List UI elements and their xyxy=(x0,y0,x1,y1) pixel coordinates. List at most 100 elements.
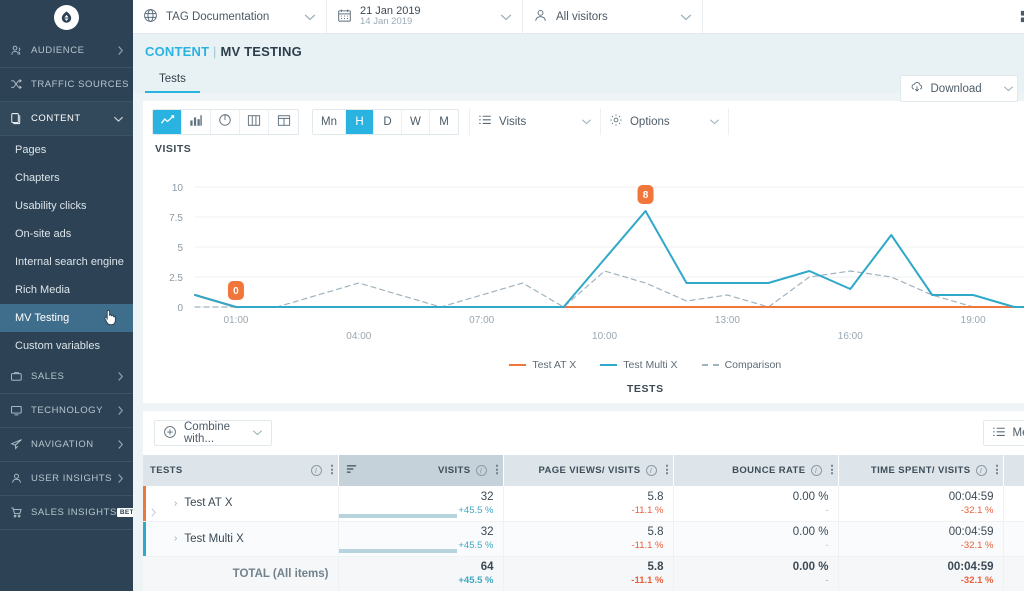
period-selector[interactable]: 21 Jan 2019 14 Jan 2019 xyxy=(327,0,523,33)
breadcrumb-divider: | xyxy=(213,44,217,59)
column-menu-icon[interactable]: ⋮ xyxy=(992,467,996,474)
sidebar-item-chapters[interactable]: Chapters xyxy=(0,164,133,192)
list-icon xyxy=(992,426,1006,441)
cell-delta: +45.5 % xyxy=(458,505,493,517)
column-menu-icon[interactable]: ⋮ xyxy=(492,467,496,474)
breadcrumb: CONTENT | MV TESTING xyxy=(145,44,1024,59)
legend-label: Test AT X xyxy=(532,359,576,371)
legend-item-comparison[interactable]: Comparison xyxy=(702,359,782,371)
cell-visits: 32 +45.5 % xyxy=(338,486,503,521)
cell-visits: 32 +45.5 % xyxy=(338,521,503,556)
granularity-mn-button[interactable]: Mn xyxy=(313,110,346,134)
column-header-visits[interactable]: VISITS i ⋮ xyxy=(338,455,503,486)
sidebar-group-sales[interactable]: SALES xyxy=(0,360,133,394)
chart-type-table-button[interactable] xyxy=(269,110,298,134)
column-menu-icon[interactable]: ⋮ xyxy=(662,467,666,474)
sidebar-group-user-insights[interactable]: USER INSIGHTS xyxy=(0,462,133,496)
sidebar-item-rich-media[interactable]: Rich Media xyxy=(0,276,133,304)
row-name-cell[interactable]: › Test Multi X xyxy=(143,521,338,556)
cell-page-views-visits: 5.8 -11.1 % xyxy=(503,521,673,556)
svg-text:2.5: 2.5 xyxy=(169,273,183,284)
expand-caret-icon[interactable]: › xyxy=(174,498,177,509)
sidebar-item-pages[interactable]: Pages xyxy=(0,136,133,164)
sidebar-group-technology[interactable]: TECHNOLOGY xyxy=(0,394,133,428)
sidebar-group-traffic-sources[interactable]: TRAFFIC SOURCES xyxy=(0,68,133,102)
column-menu-icon[interactable]: ⋮ xyxy=(827,467,831,474)
cell-delta: -11.1 % xyxy=(631,540,663,552)
calendar-icon xyxy=(337,8,352,26)
table-row[interactable]: › Test AT X 32 +45.5 % xyxy=(143,486,1024,521)
expand-caret-icon[interactable]: › xyxy=(174,533,177,544)
granularity-m-button[interactable]: M xyxy=(430,110,458,134)
legend-item-test-multi-x[interactable]: Test Multi X xyxy=(600,359,677,371)
page-tabs: Tests xyxy=(145,69,1024,93)
metric-label: Visits xyxy=(499,116,526,128)
svg-text:8: 8 xyxy=(643,190,649,201)
sidebar-item-mv-testing[interactable]: MV Testing xyxy=(0,304,133,332)
legend-item-test-at-x[interactable]: Test AT X xyxy=(509,359,576,371)
info-icon[interactable]: i xyxy=(811,465,822,476)
sidebar-item-usability-clicks[interactable]: Usability clicks xyxy=(0,192,133,220)
sidebar-group-sales-insights[interactable]: SALES INSIGHTS BETA xyxy=(0,496,133,530)
site-selector[interactable]: TAG Documentation xyxy=(133,0,327,33)
combine-with-button[interactable]: Combine with... xyxy=(154,420,272,446)
column-menu-icon[interactable]: ⋮ xyxy=(327,467,331,474)
value-bar xyxy=(339,514,457,518)
chart-subtitle: TESTS xyxy=(143,371,1024,403)
breadcrumb-parent[interactable]: CONTENT xyxy=(145,44,209,59)
chart-type-group xyxy=(152,109,299,135)
column-header-bounce-rate[interactable]: BOUNCE RATE i ⋮ xyxy=(673,455,838,486)
total-page-views-visits: 5.8 -11.1 % xyxy=(503,556,673,591)
info-icon[interactable]: i xyxy=(476,465,487,476)
column-header-page-views-visits[interactable]: PAGE VIEWS/ VISITS i ⋮ xyxy=(503,455,673,486)
sidebar-group-content[interactable]: CONTENT xyxy=(0,102,133,136)
chevron-right-icon xyxy=(112,405,124,416)
cell-spacer xyxy=(1003,521,1024,556)
chart-type-treemap-button[interactable] xyxy=(240,110,269,134)
sidebar-group-audience[interactable]: AUDIENCE xyxy=(0,34,133,68)
sidebar-item-internal-search-engine[interactable]: Internal search engine xyxy=(0,248,133,276)
options-button[interactable]: Options xyxy=(601,109,729,135)
column-header-tests[interactable]: TESTS i ⋮ xyxy=(143,455,338,486)
info-icon[interactable]: i xyxy=(976,465,987,476)
chart-type-pie-button[interactable] xyxy=(211,110,240,134)
cell-time-spent-visits: 00:04:59 -32.1 % xyxy=(838,521,1003,556)
metric-selector[interactable]: Visits xyxy=(469,109,601,135)
granularity-d-button[interactable]: D xyxy=(374,110,402,134)
row-name-cell[interactable]: › Test AT X xyxy=(143,486,338,521)
chart-type-bar-button[interactable] xyxy=(182,110,211,134)
granularity-h-button[interactable]: H xyxy=(346,110,374,134)
row-name: Test Multi X xyxy=(184,533,243,545)
download-label: Download xyxy=(931,83,982,95)
chevron-right-icon xyxy=(112,439,124,450)
cell-value: 32 xyxy=(481,490,494,504)
table-icon xyxy=(277,114,291,130)
info-icon[interactable]: i xyxy=(311,465,322,476)
segment-selector[interactable]: All visitors xyxy=(523,0,703,33)
sort-icon[interactable] xyxy=(346,464,357,477)
tests-table: TESTS i ⋮ xyxy=(143,455,1024,591)
tab-tests[interactable]: Tests xyxy=(145,69,200,93)
granularity-w-button[interactable]: W xyxy=(402,110,430,134)
value-bar xyxy=(339,549,457,553)
brand-logo[interactable] xyxy=(0,0,133,34)
table-card: Combine with... Metrics xyxy=(143,411,1024,591)
svg-text:10: 10 xyxy=(172,183,184,194)
sidebar-group-navigation[interactable]: NAVIGATION xyxy=(0,428,133,462)
apps-grid-icon[interactable] xyxy=(1019,9,1024,24)
download-button[interactable]: Download xyxy=(900,75,1018,102)
metrics-button[interactable]: Metrics xyxy=(983,420,1024,446)
app-root: AUDIENCE TRAFFIC SOURCES CONTENT Pages xyxy=(0,0,1024,591)
sidebar: AUDIENCE TRAFFIC SOURCES CONTENT Pages xyxy=(0,0,133,591)
chart-type-line-button[interactable] xyxy=(153,110,182,134)
info-icon[interactable]: i xyxy=(646,465,657,476)
table-row[interactable]: › Test Multi X 32 +45.5 % xyxy=(143,521,1024,556)
cell-bounce-rate: 0.00 % - xyxy=(673,486,838,521)
column-header-time-spent-visits[interactable]: TIME SPENT/ VISITS i ⋮ xyxy=(838,455,1003,486)
sidebar-item-on-site-ads[interactable]: On-site ads xyxy=(0,220,133,248)
sidebar-item-custom-variables[interactable]: Custom variables xyxy=(0,332,133,360)
cell-delta: -32.1 % xyxy=(961,505,994,517)
chevron-down-icon xyxy=(252,427,263,439)
combine-with-label: Combine with... xyxy=(184,421,245,445)
cloud-download-icon xyxy=(910,80,924,97)
